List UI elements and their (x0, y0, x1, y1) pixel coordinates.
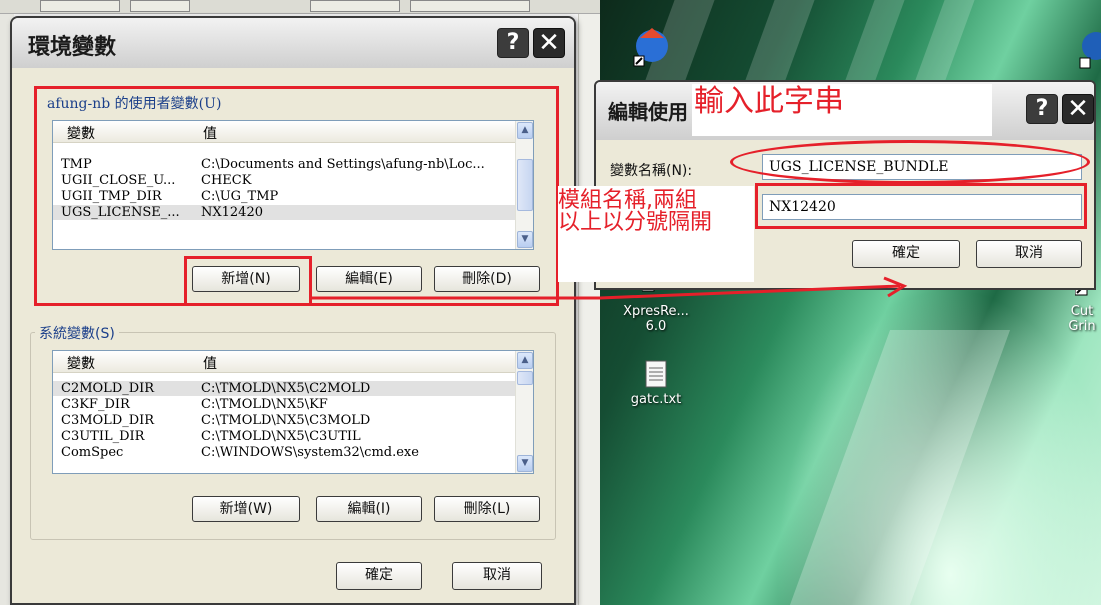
scroll-down-icon[interactable]: ▼ (517, 455, 533, 472)
desktop-icon-cut[interactable]: Cut Grin (1062, 284, 1101, 334)
help-button[interactable]: ? (1026, 94, 1058, 124)
annotation-input-hint: 輸入此字串 (692, 84, 992, 136)
list-item-selected[interactable]: C2MOLD_DIR C:\TMOLD\NX5\C2MOLD (53, 381, 515, 396)
desktop-icon-label-sub: Grin (1068, 319, 1096, 334)
desktop-icon-gatc[interactable]: gatc.txt (616, 360, 696, 407)
column-header-variable[interactable]: 變數 (67, 353, 95, 373)
annotation-name-ellipse (730, 140, 1090, 184)
dialog-titlebar: 環境變數 ? ✕ (12, 18, 574, 68)
list-item[interactable]: C3KF_DIR C:\TMOLD\NX5\KF (53, 397, 515, 412)
annotation-module-hint-line1: 模組名稱,兩組 (558, 188, 697, 213)
list-item[interactable]: C3UTIL_DIR C:\TMOLD\NX5\C3UTIL (53, 429, 515, 444)
dialog-title: 環境變數 (28, 35, 117, 60)
dialog-title: 編輯使用 (608, 100, 688, 124)
system-delete-button[interactable]: 刪除(L) (434, 496, 540, 522)
system-new-button[interactable]: 新增(W) (192, 496, 300, 522)
desktop-icon-label-sub: 6.0 (645, 319, 667, 334)
system-variables-label: 系統變數(S) (35, 323, 119, 343)
system-edit-button[interactable]: 編輯(I) (316, 496, 422, 522)
scroll-thumb[interactable] (517, 371, 533, 385)
ok-button[interactable]: 確定 (336, 562, 422, 590)
list-item[interactable]: ComSpec C:\WINDOWS\system32\cmd.exe (53, 445, 515, 460)
text-file-icon (645, 360, 667, 388)
system-variables-list[interactable]: 變數 值 C2MOLD_DIR C:\TMOLD\NX5\C2MOLD C3KF… (52, 350, 534, 474)
background-window-strip (0, 0, 600, 14)
scroll-up-icon[interactable]: ▲ (517, 352, 533, 369)
app-shortcut-icon (633, 28, 668, 67)
close-button[interactable]: ✕ (1062, 94, 1094, 124)
annotation-input-hint-text: 輸入此字串 (694, 84, 844, 119)
desktop-app-icon[interactable] (632, 24, 672, 68)
annotation-module-hint-line2: 以上以分號隔開 (558, 210, 713, 235)
edit-ok-button[interactable]: 確定 (852, 240, 960, 268)
edit-cancel-button[interactable]: 取消 (976, 240, 1082, 268)
list-item[interactable]: C3MOLD_DIR C:\TMOLD\NX5\C3MOLD (53, 413, 515, 428)
list-header: 變數 值 (53, 351, 515, 373)
desktop-app-icon-right[interactable] (1076, 26, 1101, 70)
vertical-scrollbar[interactable]: ▲ ▼ (515, 351, 533, 473)
desktop-icon-label: gatc.txt (630, 392, 682, 407)
annotation-new-button-box (184, 256, 312, 306)
variable-name-label: 變數名稱(N): (610, 163, 693, 179)
close-button[interactable]: ✕ (533, 28, 565, 58)
cancel-button[interactable]: 取消 (452, 562, 542, 590)
annotation-module-hint: 模組名稱,兩組 以上以分號隔開 (558, 186, 754, 282)
annotation-value-field-box (755, 183, 1087, 229)
help-button[interactable]: ? (497, 28, 529, 58)
desktop-icon-label: Cut (1070, 304, 1094, 319)
column-header-value[interactable]: 值 (203, 353, 217, 373)
